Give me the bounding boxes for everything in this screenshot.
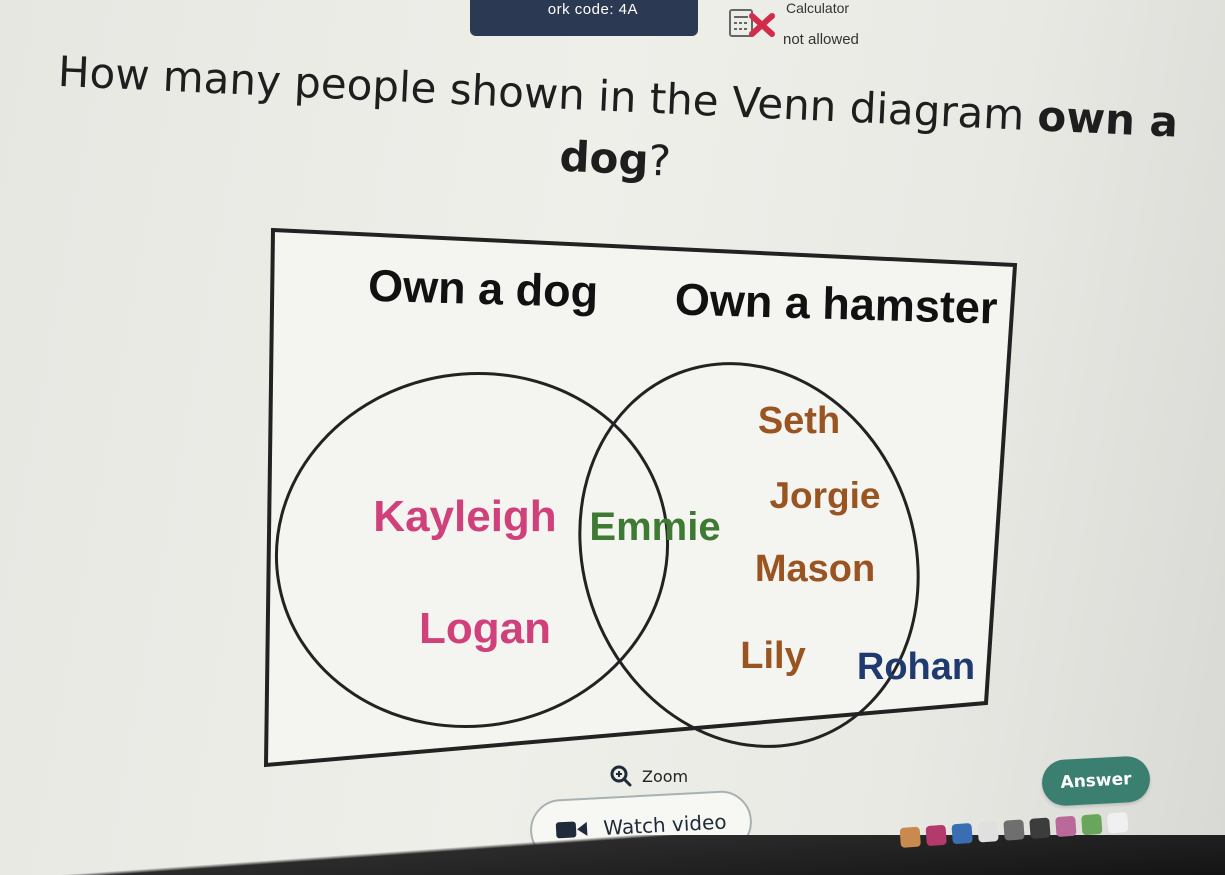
zoom-label: Zoom [642, 766, 689, 786]
dock-app-icon[interactable] [1055, 815, 1077, 838]
dock-app-icon[interactable] [1081, 813, 1103, 836]
calculator-icon [729, 9, 775, 37]
dock-app-icon[interactable] [925, 824, 947, 847]
answer-label: Answer [1060, 769, 1132, 793]
zoom-button[interactable]: Zoom [610, 765, 688, 787]
answer-button[interactable]: Answer [1040, 755, 1152, 807]
question-end: ? [647, 135, 672, 186]
calculator-status: not allowed [783, 31, 859, 48]
os-taskbar [0, 835, 1225, 875]
cross-icon [749, 13, 775, 37]
venn-diagram-card: Own a dog Own a hamster Seth Jorgie Maso… [258, 225, 1028, 780]
question-text: How many people shown in the Venn diagra… [34, 40, 1198, 217]
right-set-label: Own a hamster [674, 274, 998, 334]
name-lily: Lily [740, 635, 805, 677]
name-logan: Logan [419, 604, 551, 653]
name-kayleigh: Kayleigh [373, 492, 556, 541]
left-set-label: Own a dog [368, 260, 599, 317]
calculator-title: Calculator [786, 0, 850, 16]
name-seth: Seth [758, 400, 840, 442]
bookwork-code-tab: ork code: 4A [470, 0, 698, 36]
name-rohan: Rohan [857, 646, 975, 688]
dock-app-icon[interactable] [1107, 812, 1129, 834]
dock-app-icon[interactable] [1029, 817, 1051, 839]
dock-app-icon[interactable] [899, 826, 921, 848]
name-jorgie: Jorgie [769, 475, 880, 516]
zoom-icon [610, 765, 632, 787]
bookwork-code: ork code: 4A [547, 1, 638, 18]
dock-app-icon[interactable] [977, 821, 999, 843]
name-emmie: Emmie [589, 505, 720, 549]
dock-app-icon[interactable] [951, 822, 973, 845]
venn-diagram: Own a dog Own a hamster Seth Jorgie Maso… [263, 227, 1018, 768]
name-mason: Mason [755, 548, 875, 590]
dock-app-icon[interactable] [1003, 819, 1025, 841]
question-part1: How many people shown in the Venn diagra… [56, 46, 1039, 141]
